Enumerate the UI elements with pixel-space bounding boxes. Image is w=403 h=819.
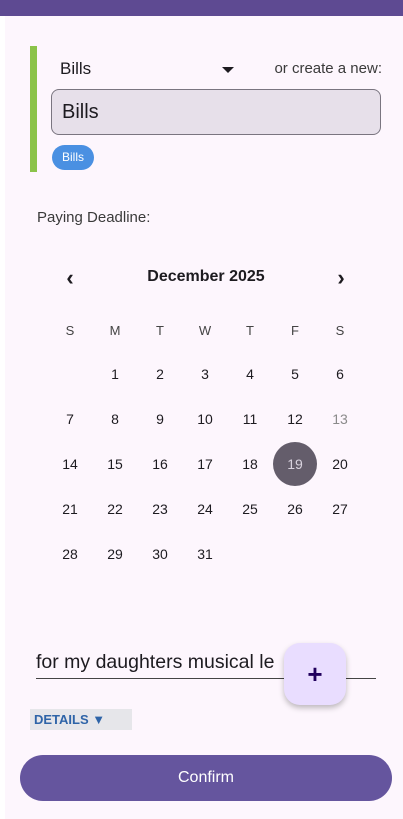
calendar-day[interactable]: 30 [138, 532, 182, 576]
calendar-day[interactable]: 1 [93, 352, 137, 396]
weekday-label: S [65, 323, 75, 338]
category-chip[interactable]: Bills [52, 145, 95, 170]
calendar-day[interactable]: 9 [138, 397, 182, 441]
weekday-label: W [198, 323, 212, 338]
calendar-day[interactable]: 5 [273, 352, 317, 396]
details-toggle-button[interactable]: DETAILS ▼ [30, 709, 132, 730]
weekday-label: T [246, 323, 254, 338]
calendar-day[interactable]: 11 [228, 397, 272, 441]
category-dropdown[interactable]: Bills [60, 54, 240, 84]
weekday-label: M [109, 323, 121, 338]
weekday-label: S [335, 323, 345, 338]
calendar-day[interactable]: 3 [183, 352, 227, 396]
calendar-day[interactable]: 22 [93, 487, 137, 531]
weekday-label: F [291, 323, 299, 338]
calendar-day[interactable]: 24 [183, 487, 227, 531]
status-bar [0, 0, 403, 16]
confirm-button[interactable]: Confirm [20, 755, 392, 801]
calendar-day[interactable]: 17 [183, 442, 227, 486]
plus-icon: + [307, 659, 323, 689]
add-button[interactable]: + [284, 643, 346, 705]
create-new-label: or create a new: [274, 60, 382, 77]
calendar-day[interactable]: 28 [48, 532, 92, 576]
calendar-day[interactable]: 6 [318, 352, 362, 396]
calendar-day[interactable]: 15 [93, 442, 137, 486]
weekday-label: T [156, 323, 164, 338]
calendar-day[interactable]: 8 [93, 397, 137, 441]
calendar-day[interactable]: 2 [138, 352, 182, 396]
calendar-day[interactable]: 29 [93, 532, 137, 576]
calendar-day[interactable]: 20 [318, 442, 362, 486]
calendar-day[interactable]: 27 [318, 487, 362, 531]
calendar-month-title: December 2025 [147, 268, 265, 285]
chevron-right-icon[interactable]: › [326, 264, 356, 294]
calendar-day[interactable]: 25 [228, 487, 272, 531]
dropdown-arrow-icon [222, 67, 234, 73]
category-name-input[interactable]: Bills [51, 89, 381, 135]
calendar-day[interactable]: 19 [273, 442, 317, 486]
calendar-day[interactable]: 23 [138, 487, 182, 531]
calendar-day[interactable]: 4 [228, 352, 272, 396]
calendar-day[interactable]: 13 [318, 397, 362, 441]
calendar-day[interactable]: 31 [183, 532, 227, 576]
calendar-day[interactable]: 26 [273, 487, 317, 531]
category-section: Bills or create a new: Bills Bills [30, 46, 385, 172]
calendar-day[interactable]: 21 [48, 487, 92, 531]
category-dropdown-value: Bills [60, 59, 92, 78]
chevron-left-icon[interactable]: ‹ [55, 264, 85, 294]
calendar-day[interactable]: 10 [183, 397, 227, 441]
category-accent-bar [30, 46, 37, 172]
calendar-day[interactable]: 12 [273, 397, 317, 441]
calendar-day[interactable]: 18 [228, 442, 272, 486]
paying-deadline-label: Paying Deadline: [37, 209, 151, 226]
calendar-day[interactable]: 16 [138, 442, 182, 486]
calendar-day[interactable]: 14 [48, 442, 92, 486]
calendar-day[interactable]: 7 [48, 397, 92, 441]
